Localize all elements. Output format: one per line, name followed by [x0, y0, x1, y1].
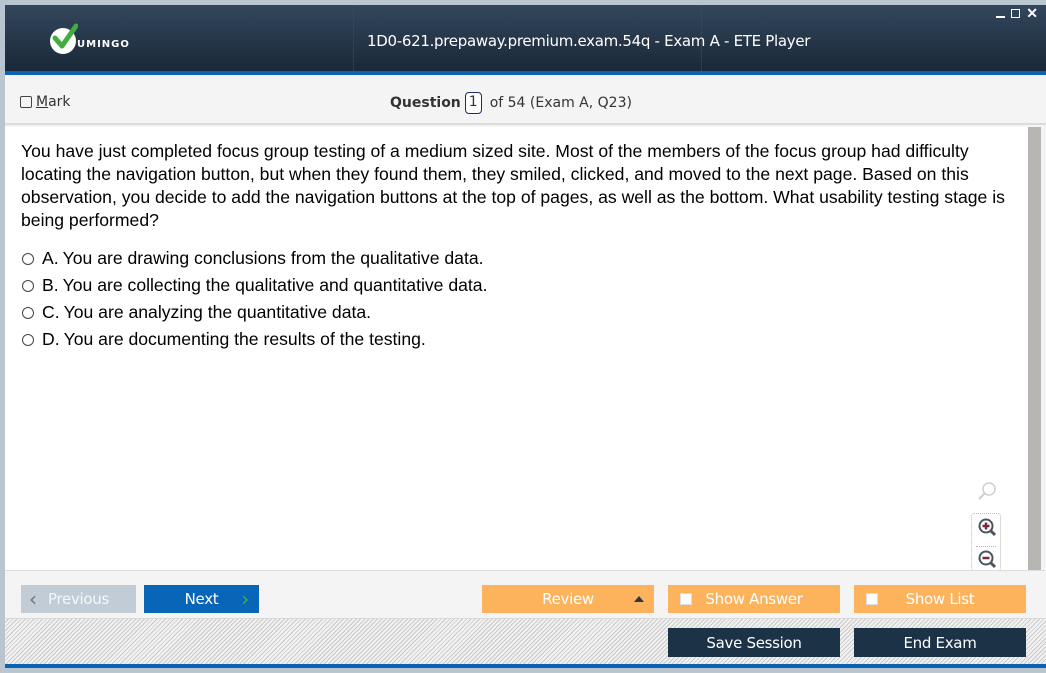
answer-option-d[interactable]: D. You are documenting the results of th… — [21, 326, 487, 353]
question-content: You have just completed focus group test… — [5, 127, 1028, 571]
vumingo-logo: UMINGO — [50, 23, 130, 57]
checkmark-logo-icon — [50, 23, 78, 54]
question-total: of 54 (Exam A, Q23) — [489, 95, 632, 111]
answer-option-a[interactable]: A. You are drawing conclusions from the … — [21, 245, 487, 272]
title-divider — [353, 5, 354, 71]
title-bar: UMINGO 1D0-621.prepaway.premium.exam.54q… — [5, 5, 1046, 75]
checkbox-icon[interactable] — [680, 593, 692, 605]
option-text: You are documenting the results of the t… — [63, 329, 426, 349]
question-text: You have just completed focus group test… — [21, 141, 1005, 230]
window-title: 1D0-621.prepaway.premium.exam.54q - Exam… — [367, 32, 811, 50]
show-list-toggle[interactable]: Show List — [854, 585, 1026, 613]
option-letter: A. — [42, 248, 59, 268]
option-text: You are collecting the qualitative and q… — [62, 275, 488, 295]
show-answer-label: Show Answer — [705, 590, 803, 608]
next-button[interactable]: Next › — [144, 585, 259, 613]
answer-option-b[interactable]: B. You are collecting the qualitative an… — [21, 272, 487, 299]
checkbox-icon[interactable] — [866, 593, 878, 605]
zoom-out-icon[interactable] — [976, 548, 998, 572]
zoom-separator — [976, 546, 996, 547]
zoom-buttons — [971, 513, 1001, 571]
next-label: Next — [184, 590, 219, 608]
vertical-scrollbar[interactable] — [1028, 127, 1041, 570]
chevron-right-icon: › — [241, 587, 249, 611]
close-icon[interactable]: ✕ — [1026, 6, 1038, 20]
zoom-tools — [971, 480, 1001, 571]
previous-button[interactable]: ‹ Previous — [21, 585, 136, 613]
radio-icon[interactable] — [22, 252, 34, 265]
save-session-button[interactable]: Save Session — [668, 628, 840, 657]
footer-accent-line — [5, 664, 1046, 668]
zoom-reset-icon[interactable] — [976, 480, 998, 502]
show-list-label: Show List — [905, 590, 975, 608]
option-text: You are analyzing the quantitative data. — [63, 302, 372, 322]
mark-checkbox[interactable]: Mark — [20, 94, 71, 110]
footer-bar: Save Session End Exam — [5, 618, 1046, 664]
answer-option-c[interactable]: C. You are analyzing the quantitative da… — [21, 299, 487, 326]
mark-label-rest: ark — [48, 94, 71, 110]
checkbox-icon[interactable] — [20, 96, 32, 108]
mark-label-accesskey: M — [36, 94, 49, 110]
window-controls: ✕ — [996, 6, 1038, 20]
question-number-input[interactable]: 1 — [464, 92, 482, 114]
minimize-icon[interactable] — [996, 16, 1006, 18]
option-letter: D. — [42, 329, 60, 349]
mark-label: Mark — [36, 94, 71, 110]
radio-icon[interactable] — [22, 333, 34, 346]
ete-player-window: UMINGO 1D0-621.prepaway.premium.exam.54q… — [5, 5, 1046, 668]
chevron-left-icon: ‹ — [29, 587, 37, 611]
logo-text: UMINGO — [77, 38, 130, 50]
review-button[interactable]: Review — [482, 585, 654, 613]
maximize-icon[interactable] — [1011, 8, 1021, 18]
save-session-label: Save Session — [706, 633, 802, 652]
radio-icon[interactable] — [22, 306, 34, 319]
option-letter: B. — [42, 275, 59, 295]
previous-label: Previous — [48, 590, 109, 608]
caret-up-icon — [634, 596, 644, 602]
option-text: You are drawing conclusions from the qua… — [62, 248, 484, 268]
answer-options: A. You are drawing conclusions from the … — [21, 245, 487, 353]
question-label: Question — [390, 95, 461, 111]
option-letter: C. — [42, 302, 60, 322]
end-exam-label: End Exam — [903, 633, 977, 652]
radio-icon[interactable] — [22, 279, 34, 292]
zoom-in-icon[interactable] — [976, 516, 998, 540]
review-label: Review — [542, 590, 594, 608]
question-header: Mark Question 1 of 54 (Exam A, Q23) — [5, 79, 1046, 125]
navigation-bar: ‹ Previous Next › Review Show Answer Sho… — [5, 570, 1046, 618]
question-counter: Question 1 of 54 (Exam A, Q23) — [390, 92, 632, 114]
end-exam-button[interactable]: End Exam — [854, 628, 1026, 657]
show-answer-toggle[interactable]: Show Answer — [668, 585, 840, 613]
